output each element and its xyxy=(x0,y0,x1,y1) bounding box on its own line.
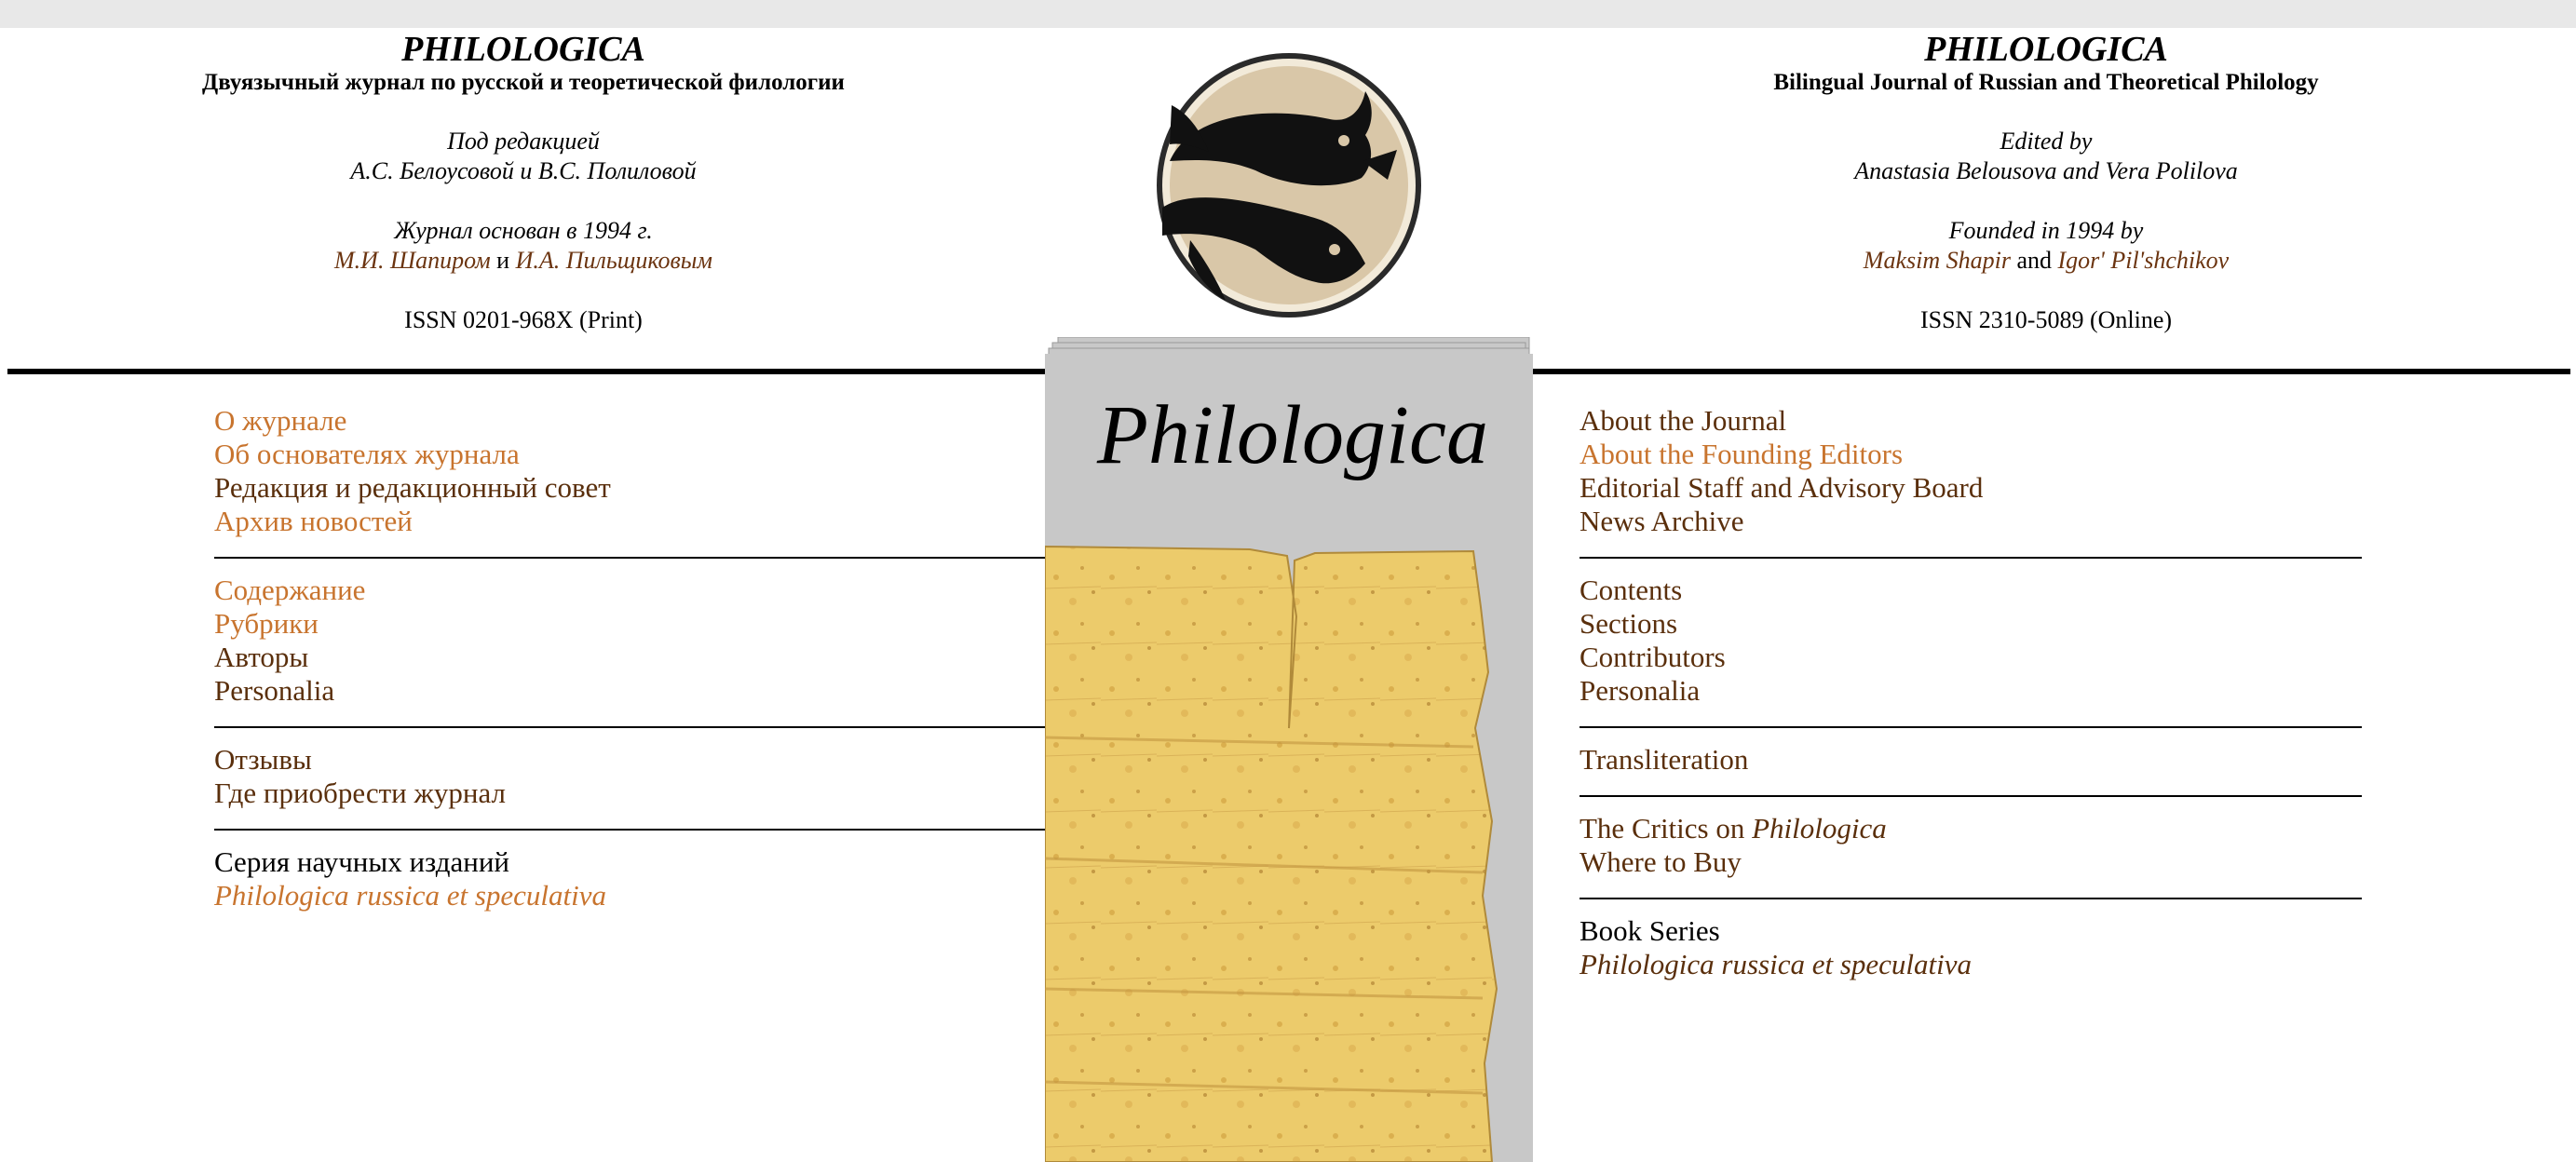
nav-en-contributors[interactable]: Contributors xyxy=(1579,641,2362,674)
cover-title: Philologica xyxy=(1096,389,1488,481)
header-english: PHILOLOGICA Bilingual Journal of Russian… xyxy=(1534,28,2558,335)
founder-link-shapir-ru[interactable]: М.И. Шапиром xyxy=(334,247,491,274)
founder-link-pilshchikov-en[interactable]: Igor' Pil'shchikov xyxy=(2058,247,2230,274)
nav-ru-sections[interactable]: Рубрики xyxy=(214,607,1045,641)
nav-ru-divider-3 xyxy=(214,829,1045,831)
journal-subtitle-en: Bilingual Journal of Russian and Theoret… xyxy=(1773,70,2319,95)
nav-ru-book-series-link[interactable]: Philologica russica et speculativa xyxy=(214,879,1045,912)
nav-ru-where-to-buy[interactable]: Где приобрести журнал xyxy=(214,777,1045,810)
nav-en-transliteration[interactable]: Transliteration xyxy=(1579,743,2362,777)
nav-ru-editorial[interactable]: Редакция и редакционный совет xyxy=(214,471,1045,505)
editors-ru: А.С. Белоусовой и В.С. Полиловой xyxy=(350,157,697,184)
header-russian: PHILOLOGICA Двуязычный журнал по русской… xyxy=(11,28,1036,335)
nav-ru-news[interactable]: Архив новостей xyxy=(214,505,1045,538)
browser-top-strip xyxy=(0,0,2576,28)
nav-russian: О журнале Об основателях журнала Редакци… xyxy=(214,404,1045,912)
and-word-ru: и xyxy=(496,247,510,274)
journal-subtitle-ru: Двуязычный журнал по русской и теоретиче… xyxy=(202,70,845,95)
nav-en-divider-4 xyxy=(1579,898,2362,899)
founder-link-shapir-en[interactable]: Maksim Shapir xyxy=(1864,247,2011,274)
editors-en: Anastasia Belousova and Vera Polilova xyxy=(1854,157,2238,184)
edited-label-ru: Под редакцией xyxy=(447,128,600,155)
founded-label-en: Founded in 1994 by xyxy=(1948,217,2144,244)
nav-en-book-series-link[interactable]: Philologica russica et speculativa xyxy=(1579,948,2362,981)
nav-en-personalia[interactable]: Personalia xyxy=(1579,674,2362,708)
nav-en-editorial[interactable]: Editorial Staff and Advisory Board xyxy=(1579,471,2362,505)
journal-title-en: PHILOLOGICA xyxy=(1924,30,2168,69)
nav-ru-reviews[interactable]: Отзывы xyxy=(214,743,1045,777)
nav-ru-divider-1 xyxy=(214,557,1045,559)
edited-label-en: Edited by xyxy=(2000,128,2093,155)
nav-en-critics-title: Philologica xyxy=(1752,812,1887,844)
nav-en-sections[interactable]: Sections xyxy=(1579,607,2362,641)
nav-english: About the Journal About the Founding Edi… xyxy=(1579,404,2362,981)
nav-ru-about[interactable]: О журнале xyxy=(214,404,1045,438)
nav-en-divider-1 xyxy=(1579,557,2362,559)
nav-en-contents[interactable]: Contents xyxy=(1579,574,2362,607)
founded-label-ru: Журнал основан в 1994 г. xyxy=(394,217,653,244)
nav-ru-contents[interactable]: Содержание xyxy=(214,574,1045,607)
nav-en-divider-3 xyxy=(1579,795,2362,797)
journal-logo-fish-icon xyxy=(1157,53,1421,318)
nav-en-founders[interactable]: About the Founding Editors xyxy=(1579,438,2362,471)
nav-en-about[interactable]: About the Journal xyxy=(1579,404,2362,438)
nav-en-critics[interactable]: The Critics on Philologica xyxy=(1579,812,2362,845)
nav-ru-founders[interactable]: Об основателях журнала xyxy=(214,438,1045,471)
journal-title-ru: PHILOLOGICA xyxy=(401,30,645,69)
nav-en-where-to-buy[interactable]: Where to Buy xyxy=(1579,845,2362,879)
issn-print: ISSN 0201-968X (Print) xyxy=(404,306,643,333)
nav-en-divider-2 xyxy=(1579,726,2362,728)
nav-ru-personalia[interactable]: Personalia xyxy=(214,674,1045,708)
issn-online: ISSN 2310-5089 (Online) xyxy=(1919,306,2173,333)
nav-ru-divider-2 xyxy=(214,726,1045,728)
founder-link-pilshchikov-ru[interactable]: И.А. Пильщиковым xyxy=(516,247,712,274)
nav-ru-book-series-label: Серия научных изданий xyxy=(214,845,510,878)
nav-en-critics-prefix: The Critics on xyxy=(1579,812,1745,844)
nav-en-book-series-label: Book Series xyxy=(1579,914,1720,947)
journal-cover-image[interactable]: Philologica xyxy=(1045,337,1533,1162)
nav-ru-authors[interactable]: Авторы xyxy=(214,641,1045,674)
and-word-en: and xyxy=(2016,247,2052,274)
nav-en-news[interactable]: News Archive xyxy=(1579,505,2362,538)
